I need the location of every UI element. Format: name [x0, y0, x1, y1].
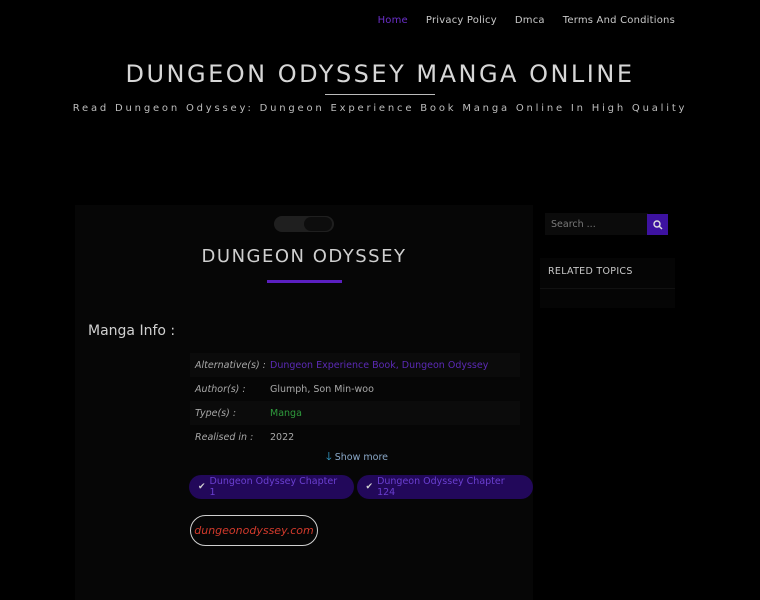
released-value: 2022	[270, 431, 295, 443]
alternatives-value[interactable]: Dungeon Experience Book, Dungeon Odyssey	[270, 360, 488, 371]
info-label: Realised in :	[195, 431, 254, 443]
manga-info-card: DUNGEON ODYSSEY Manga Info : Alternative…	[75, 205, 533, 600]
divider	[540, 288, 675, 289]
title-underline	[325, 94, 435, 95]
authors-value: Glumph, Son Min-woo	[270, 383, 374, 395]
related-topics-widget: RELATED TOPICS	[540, 258, 675, 308]
info-row-authors: Author(s) : Glumph, Son Min-woo	[190, 377, 520, 401]
manga-info-table: Alternative(s) : Dungeon Experience Book…	[190, 353, 520, 449]
info-row-types: Type(s) : Manga	[190, 401, 520, 425]
dark-mode-toggle[interactable]	[274, 216, 334, 232]
toggle-knob	[304, 217, 332, 231]
search-box	[545, 213, 648, 235]
check-icon: ✔	[365, 482, 374, 492]
related-topics-title: RELATED TOPICS	[548, 266, 633, 277]
nav-terms-and-conditions[interactable]: Terms And Conditions	[563, 15, 675, 26]
manga-title-underline	[267, 280, 342, 283]
show-more-link[interactable]: 🡓 Show more	[326, 448, 388, 467]
info-label: Type(s) :	[195, 407, 237, 419]
chapter-button-label: Dungeon Odyssey Chapter 1	[209, 476, 338, 498]
search-icon	[652, 219, 662, 229]
nav-dmca[interactable]: Dmca	[515, 15, 545, 26]
latest-chapter-button[interactable]: ✔ Dungeon Odyssey Chapter 124	[356, 475, 533, 499]
nav-privacy-policy[interactable]: Privacy Policy	[426, 15, 497, 26]
site-title[interactable]: DUNGEON ODYSSEY MANGA ONLINE	[0, 60, 760, 88]
check-icon: ✔	[198, 482, 206, 492]
manga-info-heading: Manga Info :	[88, 323, 176, 339]
show-more-label: Show more	[334, 452, 388, 463]
arrow-down-icon: 🡓	[326, 450, 332, 463]
site-tagline: Read Dungeon Odyssey: Dungeon Experience…	[72, 103, 688, 114]
nav-home[interactable]: Home	[378, 15, 408, 26]
first-chapter-button[interactable]: ✔ Dungeon Odyssey Chapter 1	[189, 475, 354, 499]
top-navigation: Home Privacy Policy Dmca Terms And Condi…	[360, 0, 675, 40]
search-input[interactable]	[551, 218, 646, 230]
info-row-released: Realised in : 2022	[190, 425, 520, 449]
domain-button[interactable]: dungeonodyssey.com	[190, 515, 318, 546]
info-row-alternatives: Alternative(s) : Dungeon Experience Book…	[190, 353, 520, 377]
type-value[interactable]: Manga	[270, 408, 302, 419]
info-label: Author(s) :	[195, 383, 246, 395]
chapter-buttons: ✔ Dungeon Odyssey Chapter 1 ✔ Dungeon Od…	[189, 475, 533, 499]
info-label: Alternative(s) :	[195, 359, 266, 371]
search-button[interactable]	[647, 214, 668, 235]
manga-title: DUNGEON ODYSSEY	[201, 246, 407, 267]
chapter-button-label: Dungeon Odyssey Chapter 124	[377, 476, 505, 498]
